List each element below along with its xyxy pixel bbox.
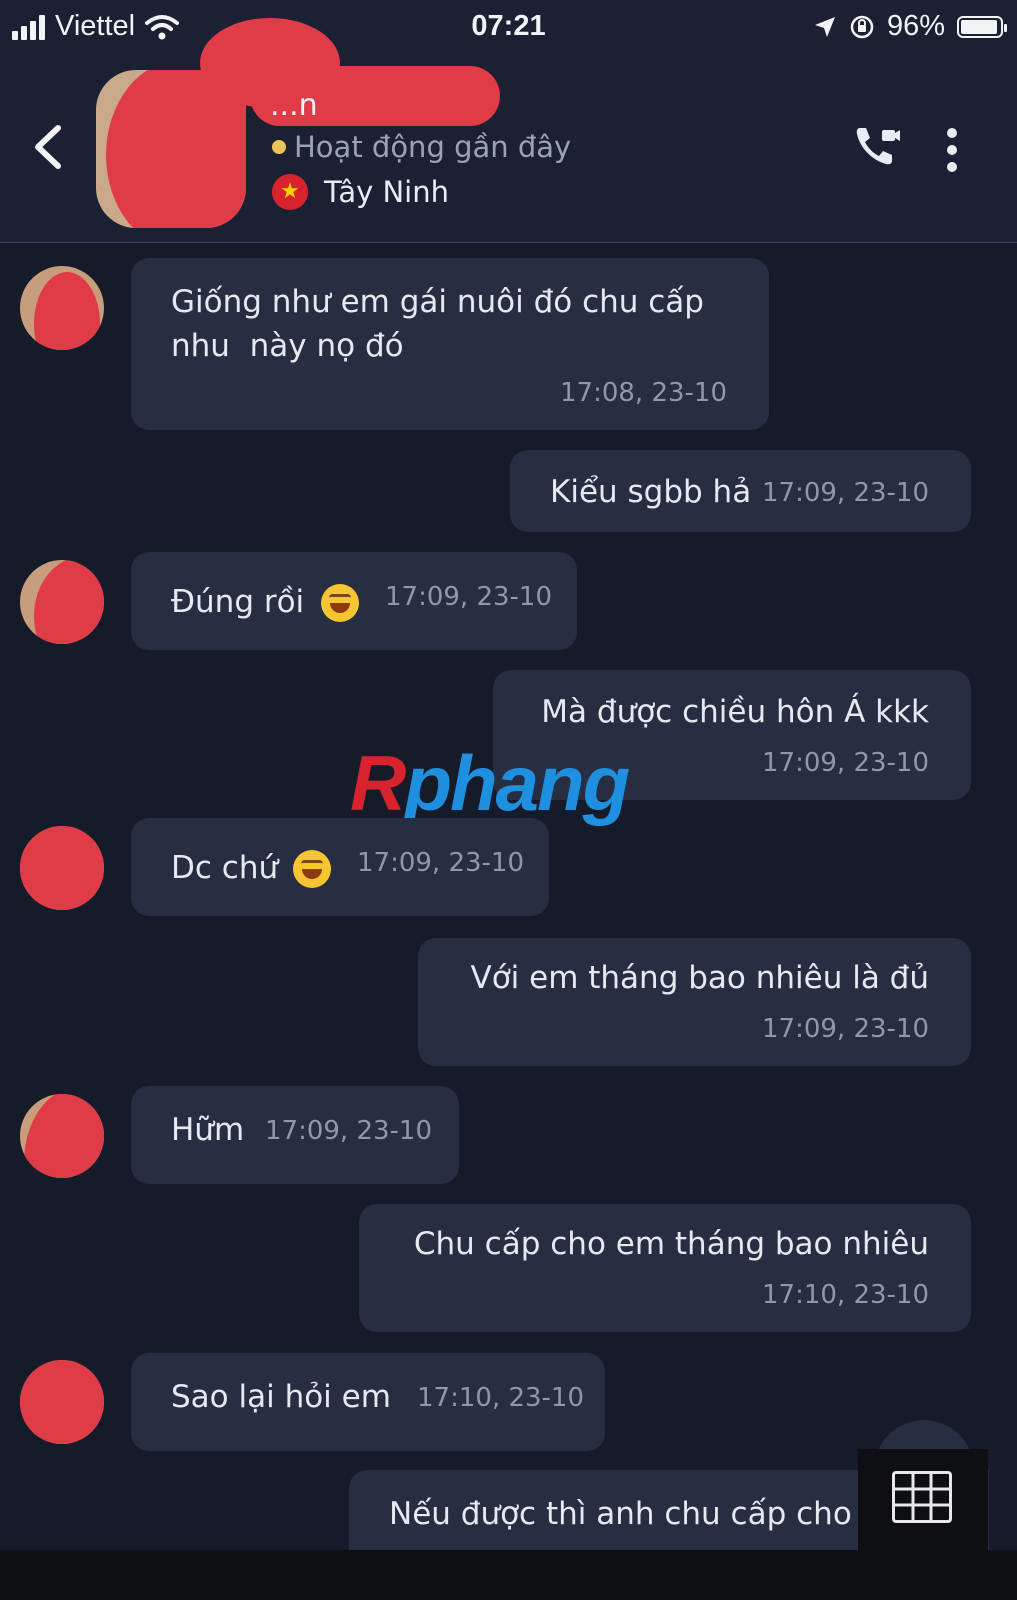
laughing-emoji-icon — [293, 850, 331, 888]
message-text: Giống như em gái nuôi đó chu cấp — [171, 284, 704, 320]
message-timestamp: 17:09, 23-10 — [265, 1116, 433, 1146]
status-dot-icon — [272, 140, 286, 154]
message-text: Sao lại hỏi em — [171, 1379, 391, 1415]
grid-menu-button[interactable] — [858, 1449, 988, 1550]
message-timestamp: 17:10, 23-10 — [761, 1280, 929, 1310]
bottom-bar — [0, 1550, 1017, 1600]
battery-icon — [957, 15, 1007, 38]
message-timestamp: 17:09, 23-10 — [385, 582, 553, 612]
message-text: Với em tháng bao nhiêu là đủ — [470, 960, 929, 996]
vietnam-flag-icon: ★ — [272, 174, 308, 210]
contact-name: ...n — [270, 88, 318, 123]
orientation-lock-icon — [850, 15, 874, 38]
outgoing-message[interactable]: Chu cấp cho em tháng bao nhiêu 17:10, 23… — [359, 1204, 971, 1332]
message-text: Dc chứ — [171, 850, 279, 886]
site-watermark: Rphang — [350, 739, 630, 827]
back-arrow-icon[interactable] — [28, 122, 68, 172]
message-text: Mà được chiều hôn Á kkk — [541, 694, 929, 730]
incoming-message[interactable]: Hữm 17:09, 23-10 — [131, 1086, 459, 1184]
status-bar: Viettel 07:21 96% — [0, 0, 1017, 58]
outgoing-message[interactable]: Với em tháng bao nhiêu là đủ 17:09, 23-1… — [418, 938, 971, 1066]
contact-location: ★ Tây Ninh — [272, 174, 449, 210]
incoming-message[interactable]: Giống như em gái nuôi đó chu cấp nhu này… — [131, 258, 769, 430]
message-text: Đúng rồi — [171, 584, 305, 620]
location-label: Tây Ninh — [324, 175, 449, 209]
grid-icon — [892, 1471, 952, 1523]
chat-header: ...n Hoạt động gần đây ★ Tây Ninh — [0, 18, 1017, 243]
message-timestamp: 17:10, 23-10 — [417, 1383, 585, 1413]
message-text: nhu này nọ đó — [171, 328, 404, 364]
message-timestamp: 17:09, 23-10 — [357, 848, 525, 878]
location-arrow-icon — [814, 16, 835, 37]
incoming-message[interactable]: Đúng rồi 17:09, 23-10 — [131, 552, 577, 650]
message-text: Chu cấp cho em tháng bao nhiêu — [413, 1226, 929, 1262]
message-timestamp: 17:09, 23-10 — [761, 1014, 929, 1044]
message-timestamp: 17:09, 23-10 — [761, 478, 929, 508]
message-text: Kiểu sgbb hả — [550, 474, 752, 510]
activity-status: Hoạt động gần đây — [272, 130, 571, 164]
activity-label: Hoạt động gần đây — [294, 130, 572, 164]
sender-avatar[interactable] — [20, 826, 104, 910]
sender-avatar[interactable] — [20, 1094, 104, 1178]
message-text: Hữm — [171, 1112, 245, 1148]
call-icon[interactable] — [852, 122, 902, 172]
incoming-message[interactable]: Dc chứ 17:09, 23-10 — [131, 818, 549, 916]
message-timestamp: 17:08, 23-10 — [559, 378, 727, 408]
laughing-emoji-icon — [321, 584, 359, 622]
more-options-icon[interactable] — [942, 128, 962, 172]
message-timestamp: 17:09, 23-10 — [761, 748, 929, 778]
battery-percent: 96% — [886, 10, 945, 42]
outgoing-message[interactable]: Kiểu sgbb hả 17:09, 23-10 — [510, 450, 971, 532]
sender-avatar[interactable] — [20, 266, 104, 350]
incoming-message[interactable]: Sao lại hỏi em 17:10, 23-10 — [131, 1353, 605, 1451]
sender-avatar[interactable] — [20, 560, 104, 644]
sender-avatar[interactable] — [20, 1360, 104, 1444]
message-text: Nếu được thì anh chu cấp cho — [389, 1496, 852, 1532]
